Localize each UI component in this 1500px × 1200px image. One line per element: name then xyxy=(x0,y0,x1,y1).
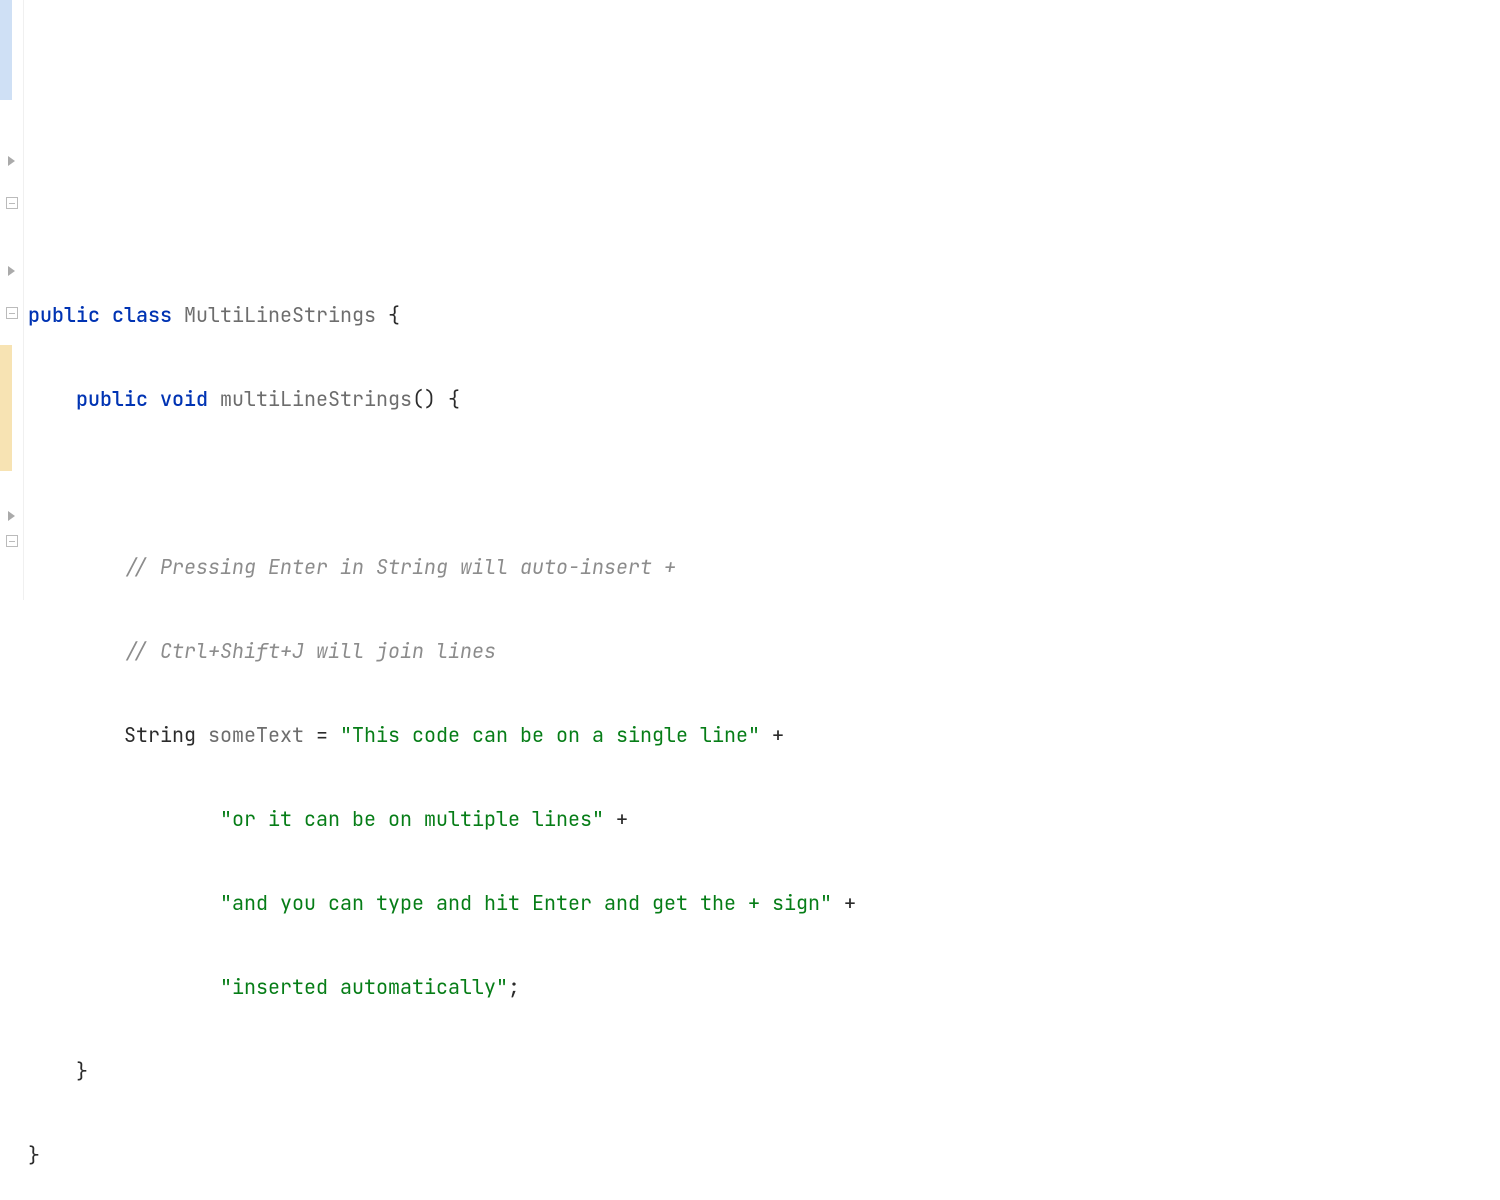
fold-icon[interactable] xyxy=(6,197,18,209)
code-line[interactable] xyxy=(28,210,1500,252)
brace: { xyxy=(376,302,400,328)
code-line[interactable] xyxy=(28,42,1500,84)
fold-icon[interactable] xyxy=(6,307,18,319)
fold-icon[interactable] xyxy=(6,535,18,547)
keyword: class xyxy=(112,302,172,328)
code-line[interactable]: // Pressing Enter in String will auto-in… xyxy=(28,546,1500,588)
code-line[interactable] xyxy=(28,462,1500,504)
selection-highlight xyxy=(0,0,12,100)
string-literal: "and you can type and hit Enter and get … xyxy=(220,890,832,916)
keyword: public xyxy=(28,302,100,328)
code-line[interactable]: "inserted automatically"; xyxy=(28,966,1500,1008)
run-gutter-icon[interactable] xyxy=(8,266,15,276)
code-line[interactable]: "or it can be on multiple lines" + xyxy=(28,798,1500,840)
variable: someText xyxy=(208,722,304,748)
code-editor[interactable]: public class MultiLineStrings { public v… xyxy=(24,0,1500,600)
code-line[interactable]: // Ctrl+Shift+J will join lines xyxy=(28,630,1500,672)
code-line[interactable]: "and you can type and hit Enter and get … xyxy=(28,882,1500,924)
keyword: public xyxy=(76,386,148,412)
code-line[interactable] xyxy=(28,126,1500,168)
operator-plus: + xyxy=(760,722,784,748)
keyword: void xyxy=(160,386,208,412)
brace: } xyxy=(76,1058,88,1084)
comment: // Ctrl+Shift+J will join lines xyxy=(124,638,496,664)
code-line[interactable]: String someText = "This code can be on a… xyxy=(28,714,1500,756)
vcs-change-marker[interactable] xyxy=(0,345,12,471)
editor-gutter[interactable] xyxy=(0,0,24,600)
code-line[interactable]: } xyxy=(28,1134,1500,1176)
operator-plus: + xyxy=(604,806,628,832)
paren-brace: () { xyxy=(412,386,460,412)
equals: = xyxy=(304,722,340,748)
method-name: multiLineStrings xyxy=(220,386,412,412)
operator-plus: + xyxy=(832,890,856,916)
semicolon: ; xyxy=(508,974,520,1000)
run-gutter-icon[interactable] xyxy=(8,156,15,166)
type: String xyxy=(124,722,196,748)
code-line[interactable]: public class MultiLineStrings { xyxy=(28,294,1500,336)
string-literal: "inserted automatically" xyxy=(220,974,508,1000)
brace: } xyxy=(28,1142,40,1168)
comment: // Pressing Enter in String will auto-in… xyxy=(124,554,676,580)
class-name: MultiLineStrings xyxy=(184,302,376,328)
code-line[interactable]: } xyxy=(28,1050,1500,1092)
string-literal: "This code can be on a single line" xyxy=(340,722,760,748)
string-literal: "or it can be on multiple lines" xyxy=(220,806,604,832)
code-line[interactable]: public void multiLineStrings() { xyxy=(28,378,1500,420)
